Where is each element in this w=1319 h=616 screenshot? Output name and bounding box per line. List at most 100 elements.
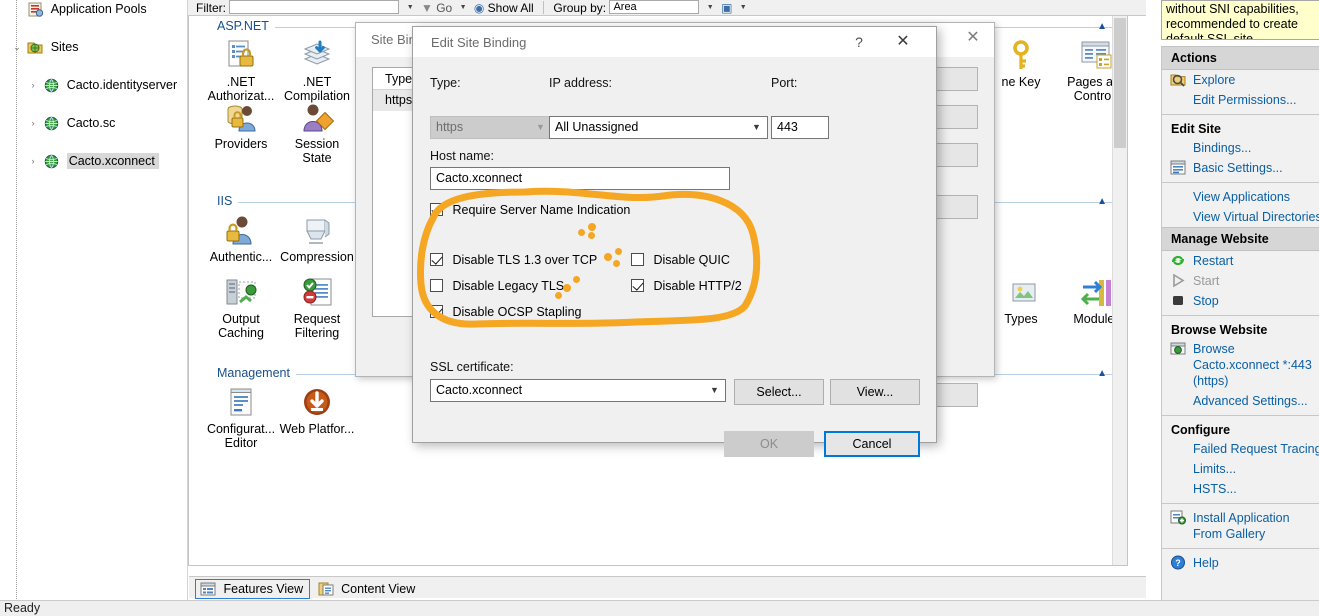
disable-quic-checkbox[interactable] — [631, 253, 644, 266]
edit-site-binding-dialog[interactable]: Edit Site Binding ? ✕ Type: https ▼ IP a… — [412, 26, 937, 457]
tree-expander-sites[interactable]: ⌄ — [10, 38, 24, 57]
disable-http2-checkbox[interactable] — [631, 279, 644, 292]
feature-session-state[interactable]: Session State — [279, 101, 355, 165]
tree-item-application-pools[interactable]: Application Pools — [0, 0, 187, 19]
feature-request-filtering[interactable]: Request Filtering — [279, 276, 355, 340]
action-explore[interactable]: Explore — [1162, 70, 1319, 90]
view-certificate-button[interactable]: View... — [830, 379, 920, 405]
features-scrollbar[interactable] — [1112, 16, 1127, 565]
view-tabs-bar[interactable]: Features View Content View — [189, 576, 1146, 599]
ssl-certificate-select[interactable]: Cacto.xconnect ▼ — [430, 379, 726, 402]
tree-expander[interactable]: › — [26, 114, 40, 133]
connections-tree-panel[interactable]: Application Pools ⌄ Sites › Cacto.identi… — [0, 0, 188, 600]
port-input[interactable]: 443 — [771, 116, 829, 139]
go-button[interactable]: Go — [436, 0, 452, 15]
view-mode-icon[interactable]: ▣ — [721, 0, 732, 15]
disable-tls13-checkbox[interactable] — [430, 253, 443, 266]
disable-ocsp-stapling-row[interactable]: Disable OCSP Stapling — [430, 305, 582, 319]
tree-expander[interactable]: › — [26, 152, 40, 171]
action-view-virtual-directories[interactable]: View Virtual Directories — [1162, 207, 1319, 227]
disable-quic-label: Disable QUIC — [653, 253, 730, 267]
disable-http2-row[interactable]: Disable HTTP/2 — [631, 279, 742, 293]
action-limits[interactable]: Limits... — [1162, 459, 1319, 479]
action-label: Explore — [1193, 73, 1236, 87]
feature-configuration-editor[interactable]: Configurat... Editor — [203, 386, 279, 450]
disable-ocsp-stapling-checkbox[interactable] — [430, 305, 443, 318]
help-question-icon[interactable]: ? — [844, 27, 874, 57]
select-certificate-button[interactable]: Select... — [734, 379, 824, 405]
features-scrollbar-thumb[interactable] — [1114, 18, 1126, 148]
action-label: Limits... — [1193, 462, 1237, 476]
feature-output-caching[interactable]: Output Caching — [203, 276, 279, 340]
action-label: HSTS... — [1193, 482, 1237, 496]
action-basic-settings[interactable]: Basic Settings... — [1162, 158, 1319, 178]
action-advanced-settings[interactable]: Advanced Settings... — [1162, 391, 1319, 411]
close-icon[interactable]: ✕ — [952, 23, 994, 53]
action-bindings[interactable]: Bindings... — [1162, 138, 1319, 158]
require-sni-checkbox-row[interactable]: Require Server Name Indication — [430, 203, 630, 217]
feature-net-authorization[interactable]: .NET Authorizat... — [203, 39, 279, 103]
tree-item-cacto-sc[interactable]: › Cacto.sc — [0, 114, 187, 133]
feature-label: Compression — [280, 250, 354, 264]
type-label: Type: — [430, 76, 461, 90]
cancel-button[interactable]: Cancel — [824, 431, 920, 457]
close-icon[interactable]: ✕ — [886, 27, 920, 57]
dialog-body: Type: https ▼ IP address: All Unassigned… — [413, 57, 936, 457]
action-restart[interactable]: Restart — [1162, 251, 1319, 271]
feature-label: .NET Compilation — [283, 75, 350, 103]
chevron-down-icon[interactable]: ▼ — [752, 123, 761, 132]
feature-providers[interactable]: Providers — [203, 101, 279, 151]
action-help[interactable]: ? Help — [1162, 553, 1319, 573]
action-hsts[interactable]: HSTS... — [1162, 479, 1319, 499]
chevron-up-icon[interactable]: ▲ — [1097, 196, 1107, 207]
chevron-up-icon[interactable]: ▲ — [1097, 368, 1107, 379]
features-toolbar[interactable]: Filter: ▼ ▼ Go ▼ ◉ Show All Group by: Ar… — [188, 0, 1146, 16]
divider — [1162, 415, 1319, 416]
filter-dropdown-arrow[interactable]: ▼ — [407, 0, 414, 15]
tree-expander[interactable]: › — [26, 76, 40, 95]
disable-legacy-tls-checkbox[interactable] — [430, 279, 443, 292]
app-pools-icon — [27, 2, 44, 18]
feature-label: .NET Authorizat... — [207, 75, 275, 103]
website-globe-icon — [43, 154, 60, 169]
view-mode-arrow[interactable]: ▼ — [740, 0, 747, 15]
start-icon — [1170, 273, 1186, 288]
go-icon[interactable]: ▼ — [421, 0, 433, 15]
group-by-select[interactable]: Area — [609, 0, 700, 14]
action-install-application-from-gallery[interactable]: Install Application From Gallery — [1162, 508, 1319, 544]
ip-address-select[interactable]: All Unassigned ▼ — [549, 116, 768, 139]
web-platform-installer-icon — [299, 386, 335, 420]
chevron-down-icon: ▼ — [536, 122, 545, 132]
action-failed-request-tracing[interactable]: Failed Request Tracing... — [1162, 439, 1319, 459]
feature-compression[interactable]: Compression — [279, 214, 355, 264]
chevron-down-icon[interactable]: ▼ — [710, 386, 719, 395]
feature-net-compilation[interactable]: .NET Compilation — [279, 39, 355, 103]
disable-legacy-tls-row[interactable]: Disable Legacy TLS — [430, 279, 564, 293]
tree-item-cacto-identityserver[interactable]: › Cacto.identityserver — [0, 76, 187, 95]
tree-item-label: Cacto.sc — [66, 116, 116, 130]
disable-tls13-row[interactable]: Disable TLS 1.3 over TCP — [430, 253, 597, 267]
show-all-button[interactable]: Show All — [488, 0, 534, 15]
disable-tls13-label: Disable TLS 1.3 over TCP — [452, 253, 598, 267]
show-all-icon: ◉ — [473, 1, 485, 15]
tab-content-view[interactable]: Content View — [314, 580, 422, 598]
feature-web-platform-installer[interactable]: Web Platfor... — [279, 386, 355, 436]
action-view-applications[interactable]: View Applications — [1162, 187, 1319, 207]
tree-item-sites[interactable]: ⌄ Sites — [0, 38, 187, 57]
filter-input[interactable] — [229, 0, 400, 14]
action-stop[interactable]: Stop — [1162, 291, 1319, 311]
ip-address-label: IP address: — [549, 76, 613, 90]
action-browse-site[interactable]: Browse Cacto.xconnect *:443 (https) — [1162, 339, 1319, 391]
action-edit-permissions[interactable]: Edit Permissions... — [1162, 90, 1319, 110]
chevron-up-icon[interactable]: ▲ — [1097, 21, 1107, 32]
tree-item-cacto-xconnect[interactable]: › Cacto.xconnect — [0, 152, 187, 171]
net-authorization-icon — [223, 39, 259, 73]
go-dropdown-arrow[interactable]: ▼ — [460, 0, 467, 15]
tab-features-view[interactable]: Features View — [195, 579, 311, 599]
type-select[interactable]: https ▼ — [430, 116, 552, 139]
feature-authentication[interactable]: Authentic... — [203, 214, 279, 264]
host-name-input[interactable]: Cacto.xconnect — [430, 167, 730, 190]
group-by-arrow[interactable]: ▼ — [707, 0, 714, 15]
require-sni-checkbox[interactable] — [430, 203, 443, 216]
disable-quic-row[interactable]: Disable QUIC — [631, 253, 730, 267]
